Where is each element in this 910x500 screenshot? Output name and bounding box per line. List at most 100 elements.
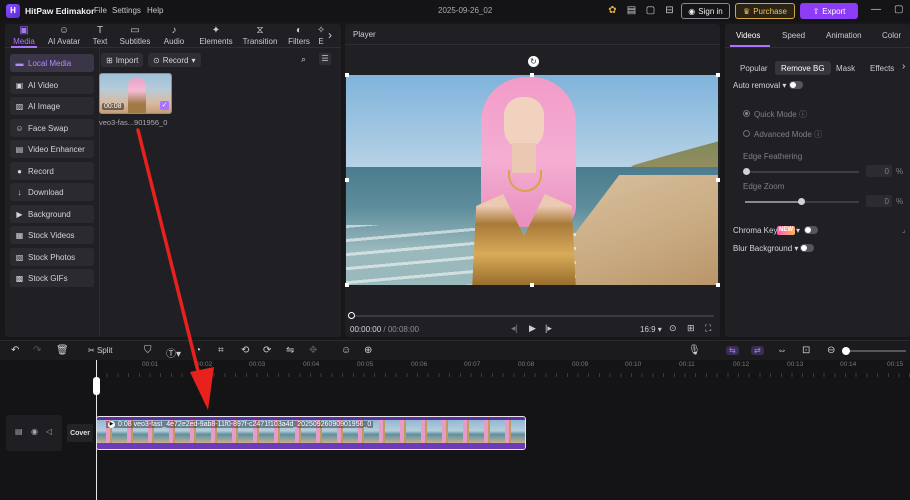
blur-background-toggle[interactable] — [800, 244, 814, 252]
face-tool-icon[interactable]: ☺ — [341, 345, 351, 356]
record-dropdown-button[interactable]: ⊙ Record ▾ — [148, 53, 201, 67]
tab-audio[interactable]: ♪ Audio — [161, 24, 187, 48]
sidebar-item-record[interactable]: ● Record — [10, 162, 94, 180]
track-visibility-icon[interactable]: ◉ — [31, 427, 38, 436]
cover-button[interactable]: Cover — [67, 424, 93, 442]
aspect-ratio-select[interactable]: 16:9 ▾ — [640, 325, 662, 334]
sidebar-item-stock-gifs[interactable]: ▩ Stock GIFs — [10, 269, 94, 287]
track-lock-icon[interactable]: ▤ — [15, 427, 23, 436]
tab-elements[interactable]: ✦ Elements — [197, 24, 235, 48]
edge-zoom-knob[interactable] — [798, 198, 805, 205]
timeline[interactable]: 00:01 00:02 00:03 00:04 00:05 00:06 00:0… — [0, 360, 910, 500]
tab-subtitles[interactable]: ▭ Subtitles — [117, 24, 153, 48]
snapshot-icon[interactable]: ⊙ — [669, 323, 677, 334]
magnet-icon[interactable]: ⇄ — [751, 346, 764, 355]
video-clip[interactable]: ▶ 0:08 veo3-fast_4e72e2ed-9ab8-11f0-897f… — [96, 416, 526, 450]
tab-animation[interactable]: Animation — [826, 31, 862, 40]
play-icon[interactable]: ▶ — [529, 323, 536, 334]
menu-file[interactable]: File — [94, 6, 107, 15]
undo-icon[interactable]: ↶ — [11, 345, 19, 356]
resize-handle[interactable] — [345, 178, 349, 182]
playhead-handle[interactable] — [93, 377, 100, 395]
sidebar-item-ai-video[interactable]: ▣ AI Video — [10, 76, 94, 94]
import-button[interactable]: ⊞ Import — [101, 53, 144, 67]
zoom-slider[interactable] — [846, 350, 906, 352]
tab-transition[interactable]: ⧖ Transition — [240, 24, 280, 48]
tab-effects[interactable]: ✧ E — [317, 24, 325, 48]
resize-handle[interactable] — [345, 73, 349, 77]
tab-ai-avatar[interactable]: ☺ AI Avatar — [43, 24, 85, 48]
tab-speed[interactable]: Speed — [782, 31, 805, 40]
ruler[interactable] — [96, 373, 910, 377]
export-button[interactable]: ⇧ Export — [800, 3, 858, 19]
edge-zoom-input[interactable]: 0 — [866, 195, 892, 207]
resize-handle[interactable] — [530, 73, 534, 77]
next-frame-icon[interactable]: |▸ — [545, 323, 552, 334]
resize-handle[interactable] — [716, 73, 720, 77]
sidebar-item-ai-image[interactable]: ▨ AI Image — [10, 97, 94, 115]
freeze-icon[interactable]: ✥ — [309, 345, 317, 356]
crop-tool-icon[interactable]: ⌗ — [218, 345, 224, 356]
edge-feathering-knob[interactable] — [743, 168, 750, 175]
reverse-icon[interactable]: ⟳ — [263, 345, 271, 356]
feedback-icon[interactable]: ▢ — [643, 4, 658, 18]
expand-icon[interactable]: ⌟ — [902, 225, 906, 234]
chevron-right-icon[interactable]: › — [902, 61, 905, 72]
resize-handle[interactable] — [345, 283, 349, 287]
subtab-remove-bg[interactable]: Remove BG — [775, 61, 831, 75]
tab-media[interactable]: ▣ Media — [9, 24, 39, 48]
transform-icon[interactable]: ⟲ — [241, 345, 249, 356]
quick-mode-radio[interactable] — [743, 110, 750, 117]
search-icon[interactable]: ⌕ — [301, 54, 306, 65]
microphone-icon[interactable]: 🎙 — [688, 345, 701, 356]
minimize-icon[interactable]: — — [871, 4, 881, 15]
playback-progress[interactable] — [351, 315, 714, 317]
redo-icon[interactable]: ↷ — [33, 345, 41, 356]
resize-handle[interactable] — [716, 283, 720, 287]
subtab-mask[interactable]: Mask — [830, 61, 861, 75]
signin-button[interactable]: ◉ Sign in — [681, 3, 730, 19]
gift-icon[interactable]: ✿ — [605, 4, 620, 18]
rotate-icon[interactable]: ↻ — [528, 56, 539, 67]
sidebar-item-local-media[interactable]: ▬ Local Media — [10, 54, 94, 72]
auto-removal-toggle[interactable] — [789, 81, 803, 89]
menu-help[interactable]: Help — [147, 6, 163, 15]
playback-scrubber[interactable] — [348, 312, 355, 319]
snap-icon[interactable]: ⇔ — [777, 345, 787, 356]
edge-feathering-input[interactable]: 0 — [866, 165, 892, 177]
tab-filters[interactable]: ◐ Filters — [286, 24, 312, 48]
text-tool-icon[interactable]: Ⓣ▾ — [166, 345, 181, 360]
video-preview[interactable] — [346, 75, 718, 285]
maximize-icon[interactable]: ▢ — [894, 4, 903, 15]
sort-icon[interactable]: ☰ — [319, 53, 331, 65]
crop-icon[interactable]: ⊞ — [687, 323, 695, 334]
prev-frame-icon[interactable]: ◂| — [511, 323, 518, 334]
speed-icon[interactable]: ◔ — [195, 345, 201, 356]
menu-settings[interactable]: Settings — [112, 6, 141, 15]
delete-icon[interactable]: 🗑 — [56, 345, 69, 356]
edge-feathering-slider[interactable] — [745, 171, 859, 173]
subtab-effects[interactable]: Effects — [864, 61, 900, 75]
sidebar-item-face-swap[interactable]: ☺ Face Swap — [10, 119, 94, 137]
fullscreen-icon[interactable]: ⛶ — [705, 323, 711, 334]
chevron-right-icon[interactable]: › — [328, 28, 332, 42]
sidebar-item-stock-photos[interactable]: ▧ Stock Photos — [10, 248, 94, 266]
purchase-button[interactable]: ♛ Purchase — [735, 3, 795, 19]
fit-icon[interactable]: ⊡ — [802, 345, 810, 356]
shield-icon[interactable]: ⛉ — [144, 345, 152, 356]
tab-color[interactable]: Color — [882, 31, 901, 40]
sidebar-item-background[interactable]: ▶ Background — [10, 205, 94, 223]
advanced-mode-radio[interactable] — [743, 130, 750, 137]
sidebar-item-download[interactable]: ↓ Download — [10, 183, 94, 201]
resize-handle[interactable] — [716, 178, 720, 182]
tab-text[interactable]: T Text — [89, 24, 111, 48]
tab-videos[interactable]: Videos — [736, 31, 760, 40]
add-track-icon[interactable]: ⊕ — [364, 345, 372, 356]
subtab-popular[interactable]: Popular — [734, 61, 774, 75]
track-mute-icon[interactable]: ◁ — [46, 427, 52, 436]
sidebar-item-stock-videos[interactable]: ▦ Stock Videos — [10, 226, 94, 244]
split-button[interactable]: ✂ Split — [88, 346, 113, 355]
mirror-icon[interactable]: ⇋ — [286, 345, 294, 356]
zoom-out-icon[interactable]: ⊖ — [827, 345, 835, 356]
link-icon[interactable]: ⇆ — [726, 346, 739, 355]
